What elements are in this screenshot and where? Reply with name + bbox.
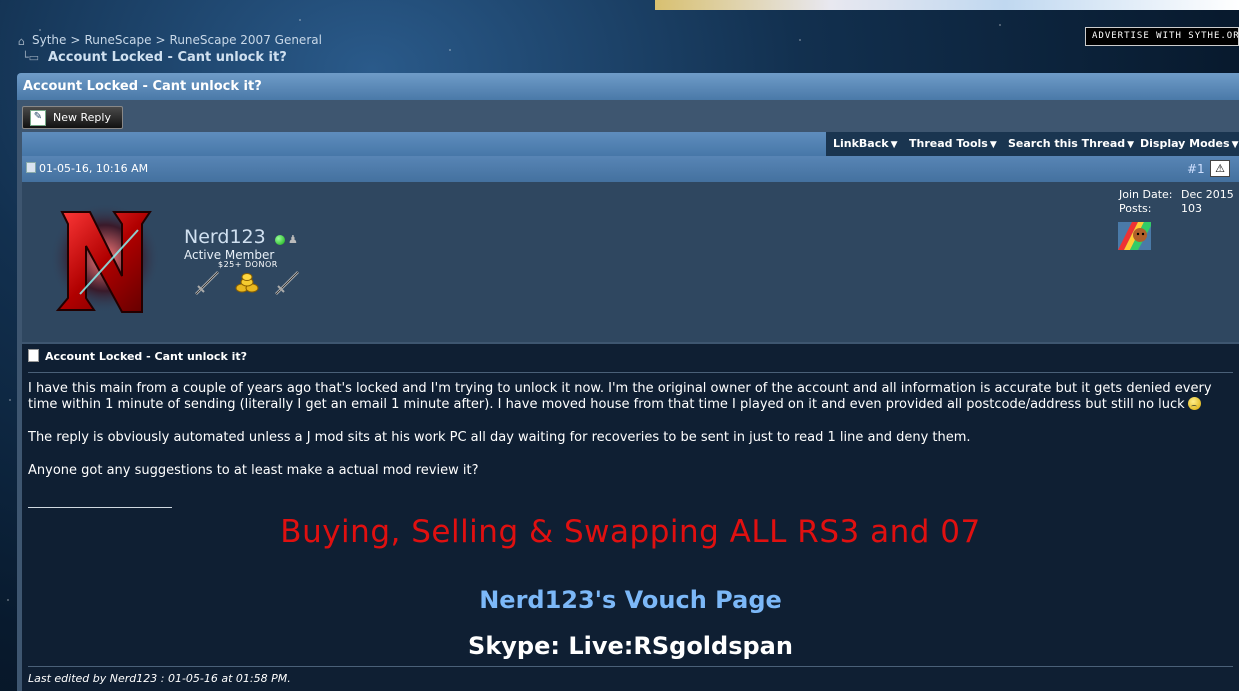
post-date-text: 01-05-16, 10:16 AM [39, 162, 149, 175]
advertise-link[interactable]: ADVERTISE WITH SYTHE.ORG [1085, 27, 1239, 46]
caret-down-icon: ▼ [1127, 140, 1135, 150]
post-paragraph: I have this main from a couple of years … [28, 381, 1233, 413]
caret-down-icon: ▼ [989, 140, 997, 150]
post-paragraph: The reply is obviously automated unless … [28, 430, 971, 445]
new-reply-label: New Reply [53, 111, 111, 124]
top-banner-image[interactable] [655, 0, 1239, 10]
thread-tools-label: Thread Tools [909, 137, 988, 150]
post-title-text: Account Locked - Cant unlock it? [45, 350, 248, 363]
breadcrumb-sythe[interactable]: Sythe [32, 33, 66, 47]
join-date-value: Dec 2015 [1181, 188, 1234, 201]
post-paragraph: Anyone got any suggestions to at least m… [28, 463, 479, 478]
sad-smiley-icon [1187, 397, 1201, 410]
signature-separator [28, 507, 172, 508]
user-profile-icon[interactable]: ♟ [288, 233, 298, 246]
username-link[interactable]: Nerd123 [184, 226, 266, 248]
linkback-label: LinkBack [833, 137, 889, 150]
breadcrumb-current-label: Account Locked - Cant unlock it? [48, 50, 287, 65]
post-number-link[interactable]: #1 [1187, 156, 1205, 182]
reputation-badge-icon [1118, 222, 1151, 250]
folder-icon: └▭ [22, 51, 40, 64]
posts-value: 103 [1181, 202, 1202, 215]
posts-label: Posts: [1119, 202, 1152, 215]
thread-title-bar: Account Locked - Cant unlock it? [17, 73, 1239, 100]
linkback-menu[interactable]: LinkBack ▼ [833, 137, 898, 150]
join-date-label: Join Date: [1119, 188, 1173, 201]
breadcrumb-rs2007-general[interactable]: RuneScape 2007 General [170, 33, 322, 47]
thread-tools-menu[interactable]: Thread Tools ▼ [909, 137, 997, 150]
post-paragraph-text: I have this main from a couple of years … [28, 381, 1212, 412]
new-reply-button[interactable]: ✎ New Reply [22, 106, 123, 129]
post-body: Account Locked - Cant unlock it? I have … [22, 344, 1239, 691]
signature-buying-text: Buying, Selling & Swapping ALL RS3 and 0… [280, 514, 981, 550]
breadcrumb-separator: > [70, 33, 81, 47]
document-icon [28, 349, 39, 362]
caret-down-icon: ▼ [1231, 140, 1239, 150]
breadcrumb-separator: > [155, 33, 166, 47]
display-modes-label: Display Modes [1140, 137, 1230, 150]
sword-award-icon[interactable] [192, 268, 222, 298]
post-header: 01-05-16, 10:16 AM #1 ⚠ [22, 156, 1239, 182]
report-warning-icon[interactable]: ⚠ [1210, 160, 1230, 177]
caret-down-icon: ▼ [890, 140, 898, 150]
search-thread-menu[interactable]: Search this Thread ▼ [1008, 137, 1134, 150]
post-message: I have this main from a couple of years … [28, 381, 1233, 479]
online-status-icon [275, 235, 285, 245]
sword-award-icon[interactable] [272, 268, 302, 298]
post-icon [26, 162, 36, 173]
breadcrumb: ⌂ Sythe > RuneScape > RuneScape 2007 General [18, 33, 322, 48]
breadcrumb-current: └▭ Account Locked - Cant unlock it? [22, 50, 287, 65]
breadcrumb-runescape[interactable]: RuneScape [84, 33, 151, 47]
edited-divider [28, 666, 1233, 667]
user-info-panel: Nerd123 ♟ Active Member $25+ DONOR Join … [22, 182, 1239, 342]
post-title: Account Locked - Cant unlock it? [28, 349, 247, 363]
last-edited-note: Last edited by Nerd123 : 01-05-16 at 01:… [28, 672, 291, 685]
coins-award-icon[interactable] [234, 272, 260, 294]
search-thread-label: Search this Thread [1008, 137, 1126, 150]
user-join-info: Join Date: Dec 2015 Posts: 103 [1119, 188, 1234, 216]
donor-label: $25+ DONOR [218, 260, 278, 269]
pencil-icon: ✎ [30, 110, 46, 126]
display-modes-menu[interactable]: Display Modes ▼ [1140, 137, 1239, 150]
post-date: 01-05-16, 10:16 AM [26, 156, 148, 182]
home-icon[interactable]: ⌂ [18, 35, 32, 48]
signature-skype-text: Skype: Live:RSgoldspan [468, 632, 793, 660]
user-avatar[interactable] [50, 194, 160, 322]
post-title-divider [28, 372, 1233, 373]
signature-vouch-link[interactable]: Nerd123's Vouch Page [22, 586, 1239, 614]
